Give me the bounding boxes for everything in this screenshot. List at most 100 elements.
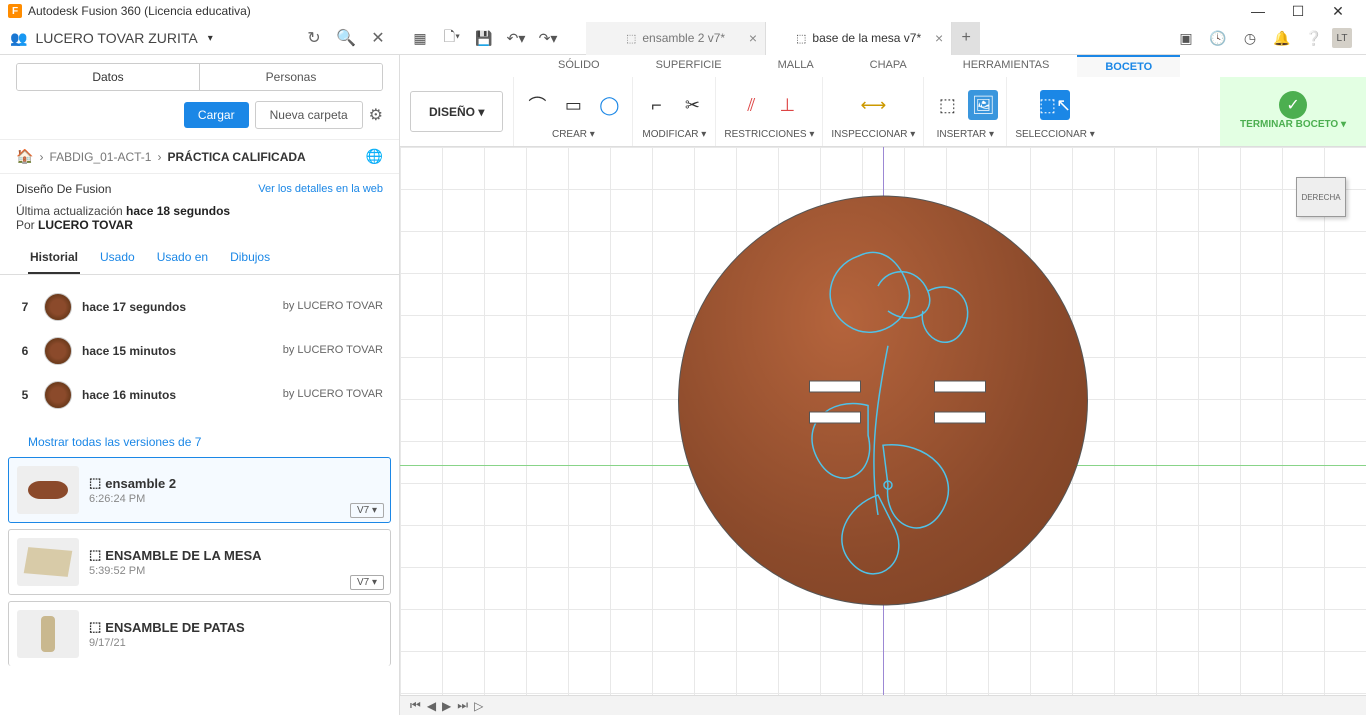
line-tool-icon[interactable]: ⌒ [522, 90, 552, 120]
rtab-chapa[interactable]: CHAPA [842, 55, 935, 77]
circle-tool-icon[interactable]: ◯ [594, 90, 624, 120]
app-logo-icon: F [8, 4, 22, 18]
fillet-tool-icon[interactable]: ⌐ [641, 90, 671, 120]
check-icon: ✓ [1279, 91, 1307, 119]
username-label[interactable]: LUCERO TOVAR ZURITA [35, 30, 197, 46]
chevron-down-icon[interactable]: ▾ [208, 33, 213, 44]
vert-constraint-icon[interactable]: ⊥ [772, 90, 802, 120]
select-icon[interactable]: ⬚↖ [1040, 90, 1070, 120]
notification-icon[interactable]: 🔔 [1268, 24, 1296, 52]
ribbon-tools: DISEÑO ▾ ⌒ ▭ ◯ CREAR ▾ ⌐ ✂ MODIFICAR ▾ [400, 77, 1366, 147]
group-terminar[interactable]: ✓ TERMINAR BOCETO ▾ [1220, 77, 1366, 146]
workspace-switcher[interactable]: DISEÑO ▾ [410, 91, 503, 132]
slot-rect[interactable] [809, 381, 861, 393]
tab-historial[interactable]: Historial [28, 242, 80, 274]
history-item[interactable]: 7 hace 17 segundosby LUCERO TOVAR [16, 285, 383, 329]
file-icon[interactable]: 🗋▾ [438, 24, 466, 52]
close-button[interactable]: ✕ [1318, 0, 1358, 22]
insert-image-icon[interactable]: 🖼 [968, 90, 998, 120]
breadcrumb: 🏠 › FABDIG_01-ACT-1 › PRÁCTICA CALIFICAD… [0, 139, 399, 174]
rtab-malla[interactable]: MALLA [750, 55, 842, 77]
file-card[interactable]: ⬚ENSAMBLE DE PATAS 9/17/21 [8, 601, 391, 666]
minimize-button[interactable]: ― [1238, 0, 1278, 22]
slot-rect[interactable] [934, 412, 986, 424]
extension-icon[interactable]: ▣ [1172, 24, 1200, 52]
redo-icon[interactable]: ↷▾ [534, 24, 562, 52]
tab-personas[interactable]: Personas [199, 64, 382, 90]
close-icon[interactable]: × [935, 30, 943, 46]
chevron-right-icon: › [157, 150, 161, 164]
help-icon[interactable]: ❔ [1300, 24, 1328, 52]
breadcrumb-project[interactable]: FABDIG_01-ACT-1 [49, 150, 151, 164]
panel-close-button[interactable]: ✕ [366, 26, 390, 50]
timeline-play-icon[interactable]: ▷ [474, 699, 483, 713]
file-card[interactable]: ⬚ensamble 2 6:26:24 PM V7 ▾ [8, 457, 391, 523]
globe-icon[interactable]: 🌐 [366, 148, 383, 165]
maximize-button[interactable]: ☐ [1278, 0, 1318, 22]
horiz-constraint-icon[interactable]: ⫽ [736, 90, 766, 120]
insert-derive-icon[interactable]: ⬚ [932, 90, 962, 120]
rtab-herramientas[interactable]: HERRAMIENTAS [935, 55, 1078, 77]
rtab-superficie[interactable]: SUPERFICIE [628, 55, 750, 77]
version-badge[interactable]: V7 ▾ [350, 575, 384, 590]
side-actions: Cargar Nueva carpeta ⚙ [0, 91, 399, 139]
timeline-prev-icon[interactable]: ◀ [427, 699, 436, 713]
timeline-next-icon[interactable]: ▶ [442, 699, 451, 713]
timeline-start-icon[interactable]: ⏮ [410, 698, 421, 713]
slot-rect[interactable] [809, 412, 861, 424]
measure-icon[interactable]: ⟷ [858, 90, 888, 120]
file-thumb [17, 466, 79, 514]
file-list: ⬚ensamble 2 6:26:24 PM V7 ▾ ⬚ENSAMBLE DE… [0, 457, 399, 672]
history-item[interactable]: 6 hace 15 minutosby LUCERO TOVAR [16, 329, 383, 373]
refresh-button[interactable]: ↻ [302, 26, 326, 50]
trim-tool-icon[interactable]: ✂ [677, 90, 707, 120]
view-web-link[interactable]: Ver los detalles en la web [258, 183, 383, 195]
user-avatar[interactable]: LT [1332, 28, 1352, 48]
viewport[interactable]: DERECHA [400, 147, 1366, 695]
ribbon: SÓLIDO SUPERFICIE MALLA CHAPA HERRAMIENT… [400, 55, 1366, 147]
rectangle-tool-icon[interactable]: ▭ [558, 90, 588, 120]
group-modificar: ⌐ ✂ MODIFICAR ▾ [632, 77, 715, 146]
save-icon[interactable]: 💾 [470, 24, 498, 52]
document-tabs: ⬚ ensamble 2 v7* × ⬚ base de la mesa v7*… [586, 22, 1168, 55]
gear-icon[interactable]: ⚙ [369, 105, 383, 125]
home-icon[interactable]: 🏠 [16, 148, 33, 165]
rtab-solido[interactable]: SÓLIDO [530, 55, 628, 77]
tab-dibujos[interactable]: Dibujos [228, 242, 272, 274]
clock-icon[interactable]: 🕓 [1204, 24, 1232, 52]
doc-tab-base-mesa[interactable]: ⬚ base de la mesa v7* × [766, 22, 952, 55]
grid-icon[interactable]: ▦ [406, 24, 434, 52]
cube-icon: ⬚ [796, 32, 806, 45]
add-tab-button[interactable]: + [952, 22, 980, 55]
history-tabs: Historial Usado Usado en Dibujos [0, 242, 399, 275]
search-button[interactable]: 🔍 [334, 26, 358, 50]
cube-icon: ⬚ [89, 547, 101, 563]
slot-rect[interactable] [934, 381, 986, 393]
file-card[interactable]: ⬚ENSAMBLE DE LA MESA 5:39:52 PM V7 ▾ [8, 529, 391, 595]
history-item[interactable]: 5 hace 16 minutosby LUCERO TOVAR [16, 373, 383, 417]
new-folder-button[interactable]: Nueva carpeta [255, 101, 363, 129]
tab-usado-en[interactable]: Usado en [155, 242, 210, 274]
group-crear: ⌒ ▭ ◯ CREAR ▾ [513, 77, 632, 146]
rtab-boceto[interactable]: BOCETO [1077, 55, 1180, 77]
doc-tab-ensamble[interactable]: ⬚ ensamble 2 v7* × [586, 22, 766, 55]
appbar-right: ▦ 🗋▾ 💾 ↶▾ ↷▾ ⬚ ensamble 2 v7* × ⬚ base d… [400, 22, 1366, 55]
timeline-end-icon[interactable]: ⏭ [457, 698, 468, 713]
close-icon[interactable]: × [749, 30, 757, 46]
view-cube[interactable]: DERECHA [1296, 177, 1346, 217]
tab-datos[interactable]: Datos [17, 64, 199, 90]
show-all-versions-link[interactable]: Mostrar todas las versiones de 7 [0, 427, 399, 457]
undo-icon[interactable]: ↶▾ [502, 24, 530, 52]
upload-button[interactable]: Cargar [184, 102, 249, 128]
data-panel: Datos Personas Cargar Nueva carpeta ⚙ 🏠 … [0, 55, 400, 715]
history-list: 7 hace 17 segundosby LUCERO TOVAR 6 hace… [0, 275, 399, 427]
version-badge[interactable]: V7 ▾ [350, 503, 384, 518]
job-icon[interactable]: ◷ [1236, 24, 1264, 52]
chevron-right-icon: › [39, 150, 43, 164]
group-insertar: ⬚ 🖼 INSERTAR ▾ [923, 77, 1006, 146]
project-header: Diseño De Fusion Ver los detalles en la … [0, 174, 399, 204]
canvas-area: SÓLIDO SUPERFICIE MALLA CHAPA HERRAMIENT… [400, 55, 1366, 715]
tab-usado[interactable]: Usado [98, 242, 137, 274]
tabletop-body[interactable] [678, 196, 1088, 606]
group-inspeccionar: ⟷ INSPECCIONAR ▾ [822, 77, 923, 146]
